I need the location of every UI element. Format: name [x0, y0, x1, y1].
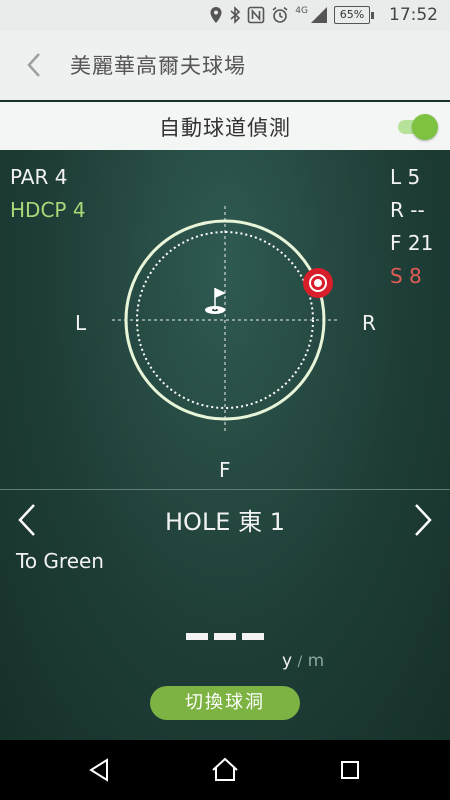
stat-f: F 21 — [390, 231, 434, 255]
status-bar: 4G 65% 17:52 — [0, 0, 450, 30]
status-icons: 4G 65% — [209, 4, 374, 26]
stat-l: L 5 — [390, 165, 421, 189]
app-header: 美麗華高爾夫球場 — [0, 30, 450, 100]
hole-title: HOLE 東 1 — [165, 508, 285, 536]
stat-r: R -- — [390, 198, 425, 222]
shot-marker — [303, 268, 333, 298]
alarm-icon — [272, 6, 288, 23]
location-icon — [210, 7, 222, 23]
square-recents-icon — [341, 761, 359, 779]
auto-detect-bar: 自動球道偵測 — [0, 102, 450, 150]
unit-toggle[interactable]: y / m — [282, 651, 324, 671]
home-icon — [212, 757, 238, 781]
unit-meter: m — [307, 651, 325, 671]
signal-icon — [311, 7, 327, 23]
to-green-label: To Green — [16, 549, 104, 573]
flag-icon — [205, 288, 226, 314]
unit-separator: / — [297, 654, 303, 670]
nav-home-button[interactable] — [210, 755, 240, 785]
bluetooth-icon — [230, 6, 241, 24]
divider — [0, 489, 450, 490]
page-title: 美麗華高爾夫球場 — [70, 54, 246, 78]
nav-recents-button[interactable] — [335, 755, 365, 785]
radar-left-label: L — [75, 311, 87, 335]
next-hole-button[interactable] — [408, 500, 438, 540]
toggle-thumb — [412, 114, 438, 140]
network-type: 4G — [295, 6, 308, 16]
unit-yard: y — [282, 651, 293, 671]
battery-indicator: 65% — [334, 6, 374, 24]
main-panel: PAR 4 HDCP 4 L 5 R -- F 21 S 8 L R F HOL… — [0, 150, 450, 740]
distance-dash — [186, 633, 208, 640]
triangle-back-icon — [89, 758, 108, 782]
back-button[interactable] — [20, 50, 50, 80]
radar-right-label: R — [362, 311, 376, 335]
hdcp-label: HDCP 4 — [10, 198, 86, 222]
auto-detect-label: 自動球道偵測 — [159, 116, 291, 140]
distance-dash — [242, 633, 264, 640]
nav-back-button[interactable] — [85, 755, 115, 785]
switch-hole-button[interactable]: 切換球洞 — [150, 686, 300, 720]
status-time: 17:52 — [389, 5, 438, 25]
auto-detect-toggle[interactable] — [396, 112, 438, 140]
stat-s: S 8 — [390, 264, 422, 288]
nfc-icon — [247, 6, 265, 24]
radar-bottom-label: F — [219, 458, 231, 482]
shot-radar — [112, 206, 340, 432]
distance-value-placeholder — [186, 626, 264, 646]
par-label: PAR 4 — [10, 165, 68, 189]
chevron-left-icon — [27, 53, 40, 77]
system-nav-bar — [0, 740, 450, 800]
chevron-right-icon — [415, 504, 432, 536]
distance-dash — [214, 633, 236, 640]
